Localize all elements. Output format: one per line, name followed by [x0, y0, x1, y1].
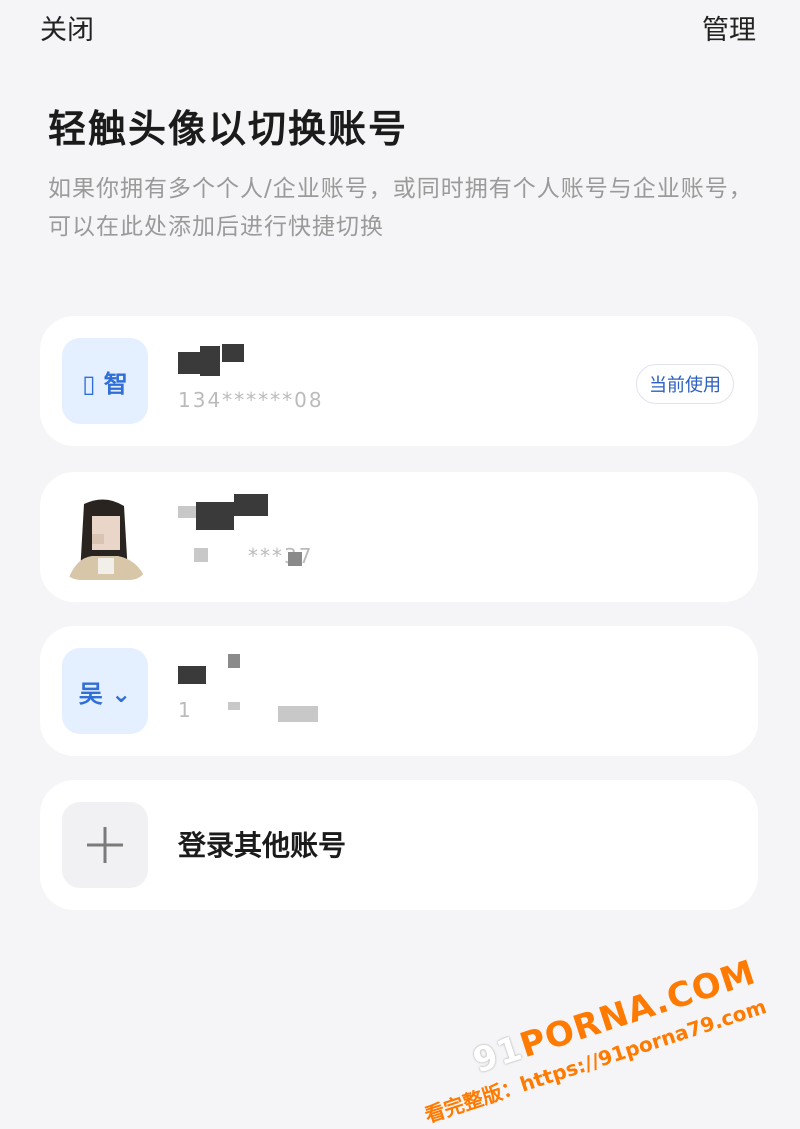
pixelated-id [278, 706, 318, 722]
close-button[interactable]: 关闭 [40, 8, 94, 47]
pixelated-name [178, 352, 200, 374]
add-account-card[interactable]: 登录其他账号 [40, 780, 758, 910]
top-bar: 关闭 管理 [0, 0, 800, 56]
account-card[interactable]: 吴 ⌄ 1 [40, 626, 758, 756]
pixelated-name [178, 666, 206, 684]
pixelated-name [196, 502, 234, 530]
account-avatar[interactable] [62, 494, 148, 580]
account-avatar[interactable]: ▯ 智 [62, 338, 148, 424]
plus-icon[interactable] [62, 802, 148, 888]
account-id: 1 [178, 698, 193, 722]
page-title: 轻触头像以切换账号 [48, 107, 409, 151]
manage-button[interactable]: 管理 [702, 8, 756, 47]
add-account-label: 登录其他账号 [178, 829, 347, 862]
account-id: 134******08 [178, 388, 324, 412]
pixelated-id [194, 548, 208, 562]
plus-icon [87, 827, 123, 863]
account-avatar[interactable]: 吴 ⌄ [62, 648, 148, 734]
pixelated-name [178, 506, 196, 518]
account-id: ***37 [248, 544, 314, 568]
pixelated-name [228, 654, 240, 668]
pixelated-id [228, 702, 240, 710]
account-card[interactable]: ***37 [40, 472, 758, 602]
watermark: 91PORNA.COM 看完整版：https://91porna79.com [409, 952, 770, 1128]
page-description: 如果你拥有多个个人/企业账号，或同时拥有个人账号与企业账号，可以在此处添加后进行… [48, 176, 753, 240]
current-use-badge: 当前使用 [636, 364, 734, 404]
pixelated-id [288, 552, 302, 566]
account-card[interactable]: ▯ 智 134******08 当前使用 [40, 316, 758, 446]
pixelated-name [234, 494, 268, 516]
pixelated-name [222, 344, 244, 362]
pixelated-name [200, 346, 220, 376]
person-photo-icon [62, 494, 148, 580]
